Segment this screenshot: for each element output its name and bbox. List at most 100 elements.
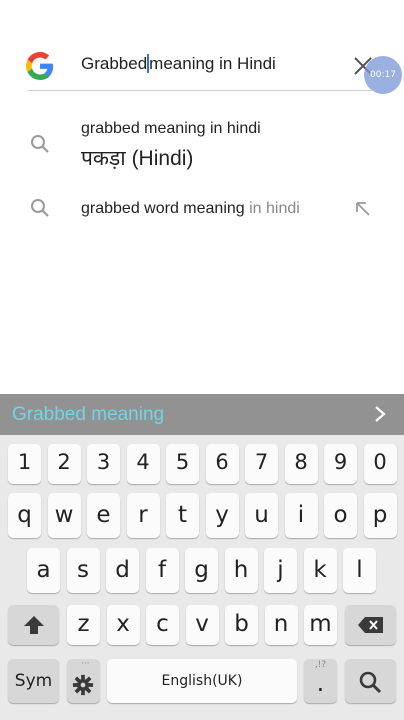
key-label: u [254,502,269,528]
prediction-bar: Grabbed meaning [0,394,404,435]
key-2[interactable]: 2 [47,444,81,484]
key-p[interactable]: p [363,493,397,538]
sym-key-label: Sym [14,671,53,691]
key-g[interactable]: g [185,548,218,593]
key-label: w [54,502,74,528]
google-g-icon [26,52,54,80]
sym-key[interactable]: Sym [8,659,59,703]
key-label: g [194,557,209,583]
key-label: 4 [136,450,150,474]
key-9[interactable]: 9 [324,444,357,484]
key-f[interactable]: f [145,548,179,593]
key-a[interactable]: a [27,548,60,593]
key-6[interactable]: 6 [205,444,239,484]
key-4[interactable]: 4 [126,444,160,484]
search-icon [31,135,49,153]
key-s[interactable]: s [66,548,100,593]
key-label: 7 [254,450,269,474]
keyboard: 1234567890 qwertyuiop asdfghjkl zxcvbnm … [0,435,404,720]
suggestion-title: grabbed meaning in hindi [81,120,261,137]
suggestion-text: grabbed word meaning in hindi [81,200,300,218]
search-key[interactable] [345,659,396,703]
key-label: h [233,557,249,583]
key-i[interactable]: i [284,493,318,538]
key-label: 0 [373,450,387,474]
key-label: v [195,611,209,637]
key-y[interactable]: y [205,493,239,538]
suggestion-item[interactable]: grabbed meaning in hindi पकड़ा (Hindi) [0,112,404,172]
key-q[interactable]: q [8,493,41,538]
key-label: j [277,557,284,583]
period-key-label: . [316,669,325,697]
key-x[interactable]: x [106,605,140,645]
key-label: 8 [294,450,308,474]
key-v[interactable]: v [185,605,219,645]
key-3[interactable]: 3 [87,444,120,484]
space-key-label: English(UK) [161,673,243,689]
suggestion-text-muted: in hindi [244,200,300,217]
key-w[interactable]: w [47,493,81,538]
key-label: 2 [57,450,71,474]
key-label: a [36,557,51,583]
key-5[interactable]: 5 [166,444,199,484]
key-label: z [77,611,90,637]
suggestion-item[interactable]: grabbed word meaning in hindi [0,192,404,228]
key-label: i [297,502,305,528]
key-label: b [234,611,249,637]
key-label: 6 [215,450,229,474]
key-t[interactable]: t [166,493,199,538]
key-7[interactable]: 7 [245,444,278,484]
search-divider [28,90,374,91]
suggestion-text-main: grabbed word meaning [81,200,245,217]
key-label: r [138,502,148,528]
key-label: x [116,611,130,637]
arrow-up-left-icon[interactable] [354,200,372,218]
query-text-before-cursor: Grabbed [81,54,148,73]
key-z[interactable]: z [67,605,100,645]
search-icon [359,671,382,694]
key-8[interactable]: 8 [284,444,318,484]
suggestion-translation: पकड़ा (Hindi) [81,147,194,170]
key-label: e [96,502,111,528]
key-label: 3 [96,450,111,474]
key-b[interactable]: b [225,605,258,645]
key-e[interactable]: e [87,493,120,538]
shift-arrow-icon [24,616,44,634]
key-label: c [156,611,169,637]
key-j[interactable]: j [264,548,297,593]
settings-key-hint-dots: ··· [81,659,90,669]
key-o[interactable]: o [324,493,357,538]
key-label: m [309,611,332,637]
key-h[interactable]: h [224,548,258,593]
key-0[interactable]: 0 [363,444,397,484]
settings-key[interactable]: ··· [67,659,100,703]
prediction-word[interactable]: Grabbed meaning [12,404,164,426]
search-input[interactable]: Grabbed meaning in Hindi [81,54,276,74]
key-u[interactable]: u [245,493,278,538]
key-label: n [273,611,289,637]
key-d[interactable]: d [106,548,139,593]
key-label: 9 [333,450,348,474]
key-m[interactable]: m [304,605,337,645]
key-k[interactable]: k [303,548,337,593]
key-r[interactable]: r [126,493,160,538]
key-1[interactable]: 1 [8,444,41,484]
period-key[interactable]: ,!? . [304,659,337,703]
backspace-icon [358,617,383,633]
search-icon [31,199,49,217]
key-label: f [157,557,167,583]
key-l[interactable]: l [343,548,376,593]
shift-key[interactable] [8,605,59,645]
key-label: 5 [175,450,190,474]
key-label: s [77,557,89,583]
space-key[interactable]: English(UK) [107,659,297,703]
search-bar: Grabbed meaning in Hindi 00:17 [0,0,404,94]
key-label: k [313,557,327,583]
backspace-key[interactable] [345,605,396,645]
key-n[interactable]: n [264,605,298,645]
key-label: y [215,502,229,528]
key-label: 1 [17,450,32,474]
key-label: q [17,502,32,528]
chevron-right-icon[interactable] [372,405,388,423]
key-c[interactable]: c [146,605,179,645]
